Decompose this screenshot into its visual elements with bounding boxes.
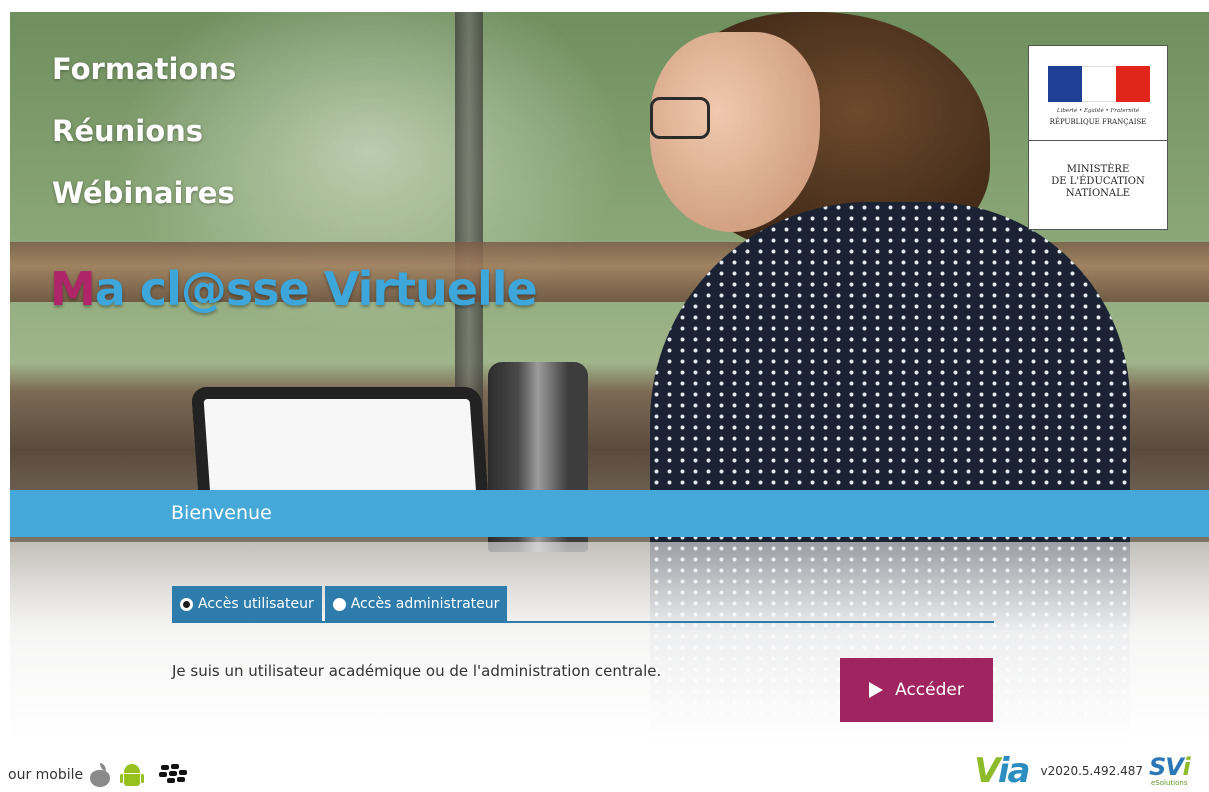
via-logo-rest: ia: [997, 751, 1031, 791]
desk-fade: [10, 542, 1209, 742]
welcome-band: Bienvenue: [10, 490, 1209, 537]
access-button[interactable]: Accéder: [840, 658, 993, 722]
mobile-text: our mobile: [8, 767, 84, 783]
radio-selected-icon[interactable]: [180, 597, 193, 611]
marianne-block: Liberté • Égalité • Fraternité RÉPUBLIQU…: [1029, 46, 1167, 141]
ministry-line3: NATIONALE: [1065, 188, 1131, 199]
svi-logo: SVi eSolutions: [1149, 753, 1199, 789]
tab-admin-access[interactable]: Accès administrateur: [324, 586, 508, 622]
play-icon: [869, 682, 884, 698]
radio-unselected-icon[interactable]: [332, 597, 346, 611]
brand-logo: Ma cl@sse Virtuelle: [50, 262, 538, 316]
apple-icon[interactable]: [89, 763, 111, 787]
tab-admin-access-label: Accès administrateur: [350, 596, 500, 612]
via-logo-v: V: [974, 751, 1000, 791]
person-glasses: [650, 97, 710, 139]
ministry-line1: MINISTÈRE: [1066, 164, 1130, 175]
access-button-label: Accéder: [895, 680, 964, 700]
svi-logo-sub: eSolutions: [1151, 779, 1188, 787]
french-flag-icon: [1048, 66, 1150, 102]
tabs-underline: [172, 621, 994, 623]
ministry-motto: Liberté • Égalité • Fraternité: [1056, 108, 1140, 114]
ministry-republic: RÉPUBLIQUE FRANÇAISE: [1049, 118, 1147, 126]
brand-rest: a cl@sse Virtuelle: [94, 262, 538, 316]
brand-m: M: [50, 262, 96, 316]
via-logo: Via: [974, 751, 1031, 791]
tagline-webinaires: Wébinaires: [52, 176, 235, 210]
tagline-reunions: Réunions: [52, 114, 204, 148]
tab-user-access[interactable]: Accès utilisateur: [172, 586, 322, 622]
access-tabs: Accès utilisateur Accès administrateur: [172, 586, 510, 622]
tagline-formations: Formations: [52, 52, 237, 86]
version-text: v2020.5.492.487: [1040, 764, 1143, 778]
footer-branding: Via v2020.5.492.487 SVi eSolutions: [974, 751, 1199, 791]
access-description: Je suis un utilisateur académique ou de …: [172, 662, 662, 680]
ministry-logo: Liberté • Égalité • Fraternité RÉPUBLIQU…: [1028, 45, 1168, 230]
mobile-apps: our mobile: [8, 762, 189, 788]
svi-logo-text: SV: [1149, 753, 1183, 781]
welcome-title: Bienvenue: [171, 502, 272, 524]
ministry-line2: DE L'ÉDUCATION: [1051, 176, 1145, 187]
blackberry-icon[interactable]: [157, 764, 189, 786]
svi-logo-i: i: [1182, 753, 1190, 781]
tab-user-access-label: Accès utilisateur: [198, 596, 314, 612]
android-icon[interactable]: [120, 762, 145, 788]
